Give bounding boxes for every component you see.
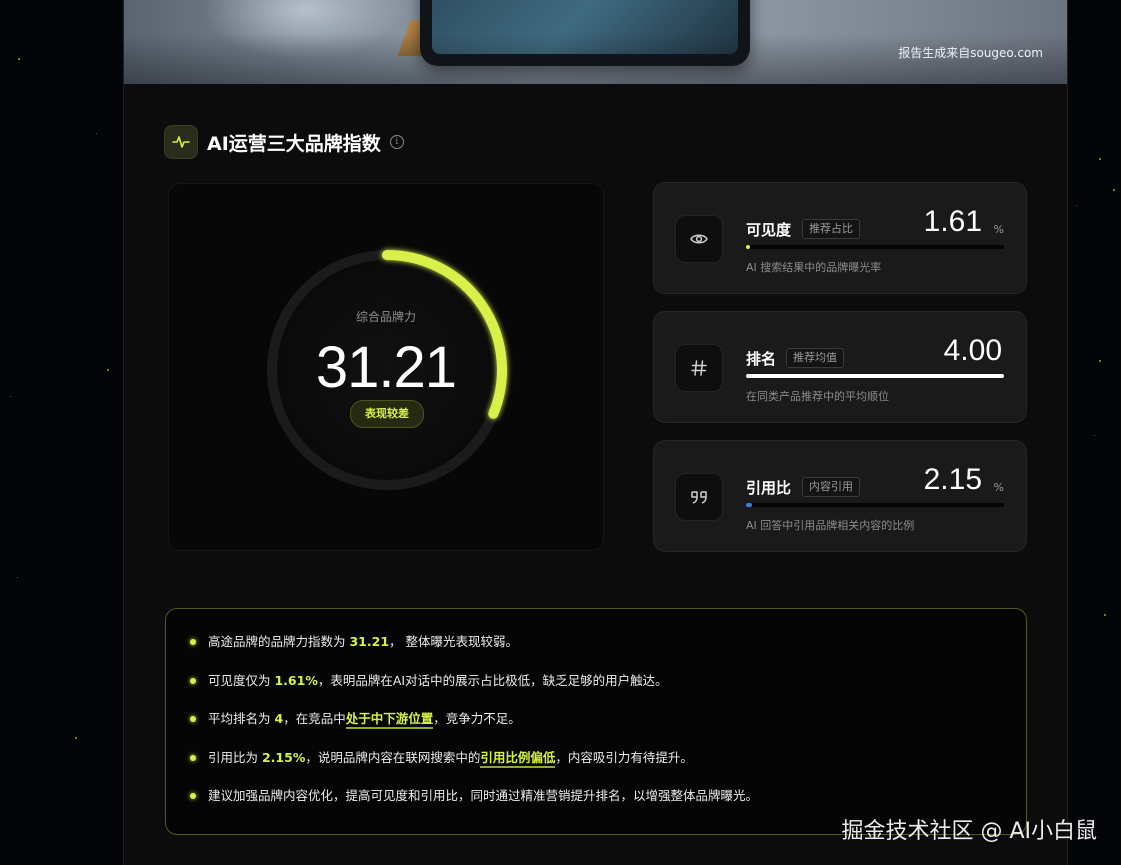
background-star bbox=[1113, 189, 1115, 191]
summary-text: ，说明品牌内容在联网搜索中的 bbox=[305, 749, 481, 765]
gauge-score-value: 31.21 bbox=[315, 335, 457, 400]
metric-card-ranking: 排名 推荐均值 4.00 在同类产品推荐中的平均顺位 bbox=[653, 311, 1027, 423]
summary-text: ，内容吸引力有待提升。 bbox=[555, 749, 693, 765]
metric-description: AI 回答中引用品牌相关内容的比例 bbox=[746, 519, 915, 532]
summary-highlight: 4 bbox=[274, 711, 284, 726]
summary-underline-highlight: 引用比例偏低 bbox=[480, 749, 556, 768]
summary-highlight: 31.21 bbox=[349, 634, 390, 649]
pulse-icon bbox=[164, 125, 198, 159]
metric-progress-fill bbox=[746, 503, 752, 507]
summary-text: ，竞争力不足。 bbox=[433, 711, 521, 726]
summary-list: 高途品牌的品牌力指数为 31.21， 整体曝光表现较弱。 可见度仅为 1.61%… bbox=[188, 631, 758, 824]
metric-progress-fill bbox=[746, 374, 1004, 378]
summary-text: 引用比为 bbox=[208, 749, 262, 765]
metric-description: AI 搜索结果中的品牌曝光率 bbox=[746, 261, 882, 274]
bullet-dot bbox=[190, 716, 196, 722]
summary-text: ，在竞品中 bbox=[283, 711, 346, 726]
bullet-dot bbox=[190, 754, 196, 761]
metric-tag: 推荐均值 bbox=[786, 348, 844, 368]
summary-item: 高途品牌的品牌力指数为 31.21， 整体曝光表现较弱。 bbox=[188, 631, 758, 670]
metric-description: 在同类产品推荐中的平均顺位 bbox=[746, 390, 889, 403]
report-source-credit: 报告生成来自sougeo.com bbox=[898, 46, 1043, 60]
quote-icon bbox=[675, 473, 723, 521]
metric-value: 2.15 bbox=[923, 463, 982, 496]
metric-progress-track bbox=[746, 374, 1004, 378]
section-title: AI运营三大品牌指数 bbox=[207, 132, 381, 155]
summary-item: 平均排名为 4，在竞品中处于中下游位置，竞争力不足。 bbox=[188, 708, 758, 747]
summary-item: 引用比为 2.15%，说明品牌内容在联网搜索中的引用比例偏低，内容吸引力有待提升… bbox=[188, 747, 758, 786]
metric-unit: % bbox=[993, 481, 1004, 494]
background-star bbox=[1094, 435, 1095, 436]
hero-banner-image: 报告生成来自sougeo.com bbox=[124, 0, 1067, 84]
site-watermark: 掘金技术社区 @ AI小白鼠 bbox=[841, 819, 1097, 844]
metric-value: 1.61 bbox=[923, 205, 982, 238]
background-star bbox=[96, 133, 97, 134]
background-star bbox=[1099, 360, 1101, 362]
background-star bbox=[10, 396, 11, 397]
metric-name: 引用比 bbox=[746, 479, 792, 497]
metric-progress-fill bbox=[746, 245, 751, 249]
summary-text: 高途品牌的品牌力指数为 bbox=[208, 634, 350, 649]
eye-icon bbox=[675, 215, 723, 263]
summary-box: 高途品牌的品牌力指数为 31.21， 整体曝光表现较弱。 可见度仅为 1.61%… bbox=[165, 608, 1027, 835]
metric-tag: 推荐占比 bbox=[802, 219, 860, 239]
metric-name: 排名 bbox=[746, 350, 777, 368]
brand-score-gauge-card: 综合品牌力 31.21 表现较差 bbox=[168, 183, 604, 551]
info-icon[interactable]: i bbox=[389, 135, 404, 149]
summary-text: 建议加强品牌内容优化，提高可见度和引用比，同时通过精准营销提升排名，以增强整体品… bbox=[208, 788, 759, 803]
background-star bbox=[17, 577, 18, 578]
metric-value: 4.00 bbox=[943, 334, 1002, 367]
bullet-dot bbox=[190, 639, 196, 645]
background-star bbox=[75, 737, 77, 739]
summary-text: 可见度仅为 bbox=[208, 672, 275, 688]
metric-tag: 内容引用 bbox=[802, 477, 860, 497]
summary-text: 平均排名为 bbox=[208, 711, 275, 726]
background-star bbox=[1076, 205, 1077, 206]
metric-card-citation: 引用比 内容引用 2.15 % AI 回答中引用品牌相关内容的比例 bbox=[653, 440, 1027, 552]
metric-progress-track bbox=[746, 503, 1004, 507]
report-panel: 报告生成来自sougeo.com AI运营三大品牌指数 i 综合品牌力 31.2… bbox=[123, 0, 1068, 865]
background-star bbox=[1099, 158, 1101, 160]
summary-text: ， 整体曝光表现较弱。 bbox=[389, 634, 519, 649]
metric-name: 可见度 bbox=[746, 221, 792, 239]
summary-highlight: 2.15% bbox=[261, 749, 306, 765]
metric-unit: % bbox=[993, 223, 1004, 236]
summary-highlight: 1.61% bbox=[274, 672, 318, 688]
summary-text: ，表明品牌在AI对话中的展示占比极低，缺乏足够的用户触达。 bbox=[317, 672, 668, 688]
hash-icon bbox=[675, 344, 723, 392]
background-star bbox=[107, 369, 109, 371]
section-header: AI运营三大品牌指数 i bbox=[164, 125, 404, 159]
summary-underline-highlight: 处于中下游位置 bbox=[345, 711, 434, 729]
gauge-label: 综合品牌力 bbox=[355, 310, 416, 324]
background-star bbox=[1104, 614, 1106, 616]
metric-card-visibility: 可见度 推荐占比 1.61 % AI 搜索结果中的品牌曝光率 bbox=[653, 182, 1027, 294]
summary-item: 建议加强品牌内容优化，提高可见度和引用比，同时通过精准营销提升排名，以增强整体品… bbox=[188, 785, 758, 824]
bullet-dot bbox=[190, 793, 196, 799]
bullet-dot bbox=[190, 677, 196, 684]
gauge-status-badge: 表现较差 bbox=[350, 400, 424, 428]
metric-progress-track bbox=[746, 245, 1004, 249]
hero-shade bbox=[124, 0, 1067, 84]
summary-item: 可见度仅为 1.61%，表明品牌在AI对话中的展示占比极低，缺乏足够的用户触达。 bbox=[188, 670, 758, 709]
background-star bbox=[18, 58, 20, 60]
